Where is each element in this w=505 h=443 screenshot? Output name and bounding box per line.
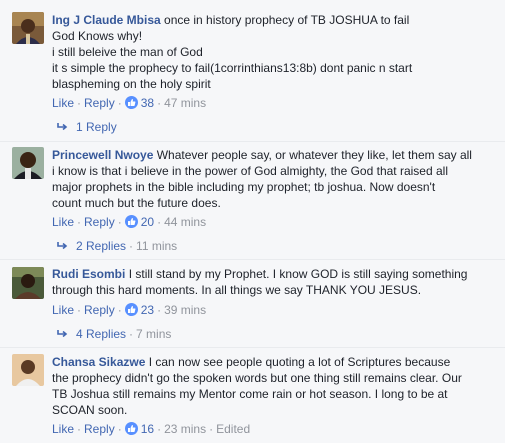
comment-body-line: once in history prophecy of TB JOSHUA to… xyxy=(164,13,410,27)
timestamp[interactable]: 44 mins xyxy=(164,215,206,229)
thumbs-up-icon xyxy=(124,215,138,228)
comment-actions: Like · Reply · 23 · 39 mins xyxy=(52,303,207,317)
timestamp[interactable]: 23 mins xyxy=(164,422,206,436)
like-count[interactable]: 23 xyxy=(141,303,154,317)
like-button[interactable]: Like xyxy=(52,422,74,436)
comment-actions: Like · Reply · 38 · 47 mins xyxy=(52,96,207,110)
comment-body-line: it s simple the prophecy to fail(1corrin… xyxy=(52,61,413,75)
comment-actions: Like · Reply · 20 · 44 mins xyxy=(52,215,207,229)
comment-body-line: i know is that i believe in the power of… xyxy=(52,164,448,178)
thumbs-up-icon xyxy=(124,96,138,109)
comment-text: Chansa Sikazwe I can now see people quot… xyxy=(52,354,498,418)
reply-arrow-icon xyxy=(56,239,70,255)
like-button[interactable]: Like xyxy=(52,96,74,110)
comment-body-line: God Knows why! xyxy=(52,29,143,43)
reply-arrow-icon xyxy=(56,327,70,343)
thumbs-up-icon xyxy=(124,422,138,435)
comment-body-line: count much but the future does. xyxy=(52,196,221,210)
thumbs-up-icon xyxy=(124,303,138,316)
comment-author[interactable]: Chansa Sikazwe xyxy=(52,355,145,369)
timestamp[interactable]: 39 mins xyxy=(164,303,206,317)
comment-body-line: i still beleive the man of God xyxy=(52,45,203,59)
comment-body-line: I can now see people quoting a lot of Sc… xyxy=(148,355,451,369)
avatar[interactable] xyxy=(12,354,44,386)
comment-text: Ing J Claude Mbisa once in history proph… xyxy=(52,12,498,92)
reply-button[interactable]: Reply xyxy=(84,303,115,317)
comment-text: Princewell Nwoye Whatever people say, or… xyxy=(52,147,498,211)
avatar[interactable] xyxy=(12,267,44,299)
timestamp[interactable]: 47 mins xyxy=(164,96,206,110)
reply-button[interactable]: Reply xyxy=(84,422,115,436)
comment-body-line: the prophecy didn't go the spoken words … xyxy=(52,371,462,385)
replies-link[interactable]: 4 Replies xyxy=(76,327,126,341)
replies-link[interactable]: 2 Replies xyxy=(76,239,126,253)
reply-arrow-icon xyxy=(56,120,70,136)
comment-body-line: blaspheming on the holy spirit xyxy=(52,77,211,91)
comment-body-line: through this hard moments. In all things… xyxy=(52,283,422,297)
comment-body-line: I still stand by my Prophet. I know GOD … xyxy=(128,267,468,281)
comment-body-line: TB Joshua still remains my Mentor come r… xyxy=(52,387,448,401)
view-replies[interactable]: 2 Replies · 11 mins xyxy=(56,238,177,255)
replies-timestamp[interactable]: 11 mins xyxy=(136,239,177,253)
like-button[interactable]: Like xyxy=(52,303,74,317)
like-button[interactable]: Like xyxy=(52,215,74,229)
comment-body-line: major prophets in the bible including my… xyxy=(52,180,436,194)
reply-button[interactable]: Reply xyxy=(84,215,115,229)
comment-author[interactable]: Princewell Nwoye xyxy=(52,148,153,162)
like-count[interactable]: 38 xyxy=(141,96,154,110)
comment-actions: Like · Reply · 16 · 23 mins · Edited xyxy=(52,422,251,436)
divider xyxy=(0,347,505,348)
comment-body-line: Whatever people say, or whatever they li… xyxy=(156,148,472,162)
divider xyxy=(0,259,505,260)
reply-button[interactable]: Reply xyxy=(84,96,115,110)
avatar[interactable] xyxy=(12,147,44,179)
comment-author[interactable]: Rudi Esombi xyxy=(52,267,125,281)
edited-label[interactable]: Edited xyxy=(216,422,250,436)
avatar[interactable] xyxy=(12,12,44,44)
comment-author[interactable]: Ing J Claude Mbisa xyxy=(52,13,161,27)
like-count[interactable]: 20 xyxy=(141,215,154,229)
like-count[interactable]: 16 xyxy=(141,422,154,436)
view-replies[interactable]: 1 Reply xyxy=(56,119,117,136)
comment-body-line: SCOAN soon. xyxy=(52,403,128,417)
divider xyxy=(0,141,505,142)
comment-text: Rudi Esombi I still stand by my Prophet.… xyxy=(52,266,498,298)
replies-timestamp[interactable]: 7 mins xyxy=(136,327,171,341)
view-replies[interactable]: 4 Replies · 7 mins xyxy=(56,326,171,343)
replies-link[interactable]: 1 Reply xyxy=(76,120,117,134)
